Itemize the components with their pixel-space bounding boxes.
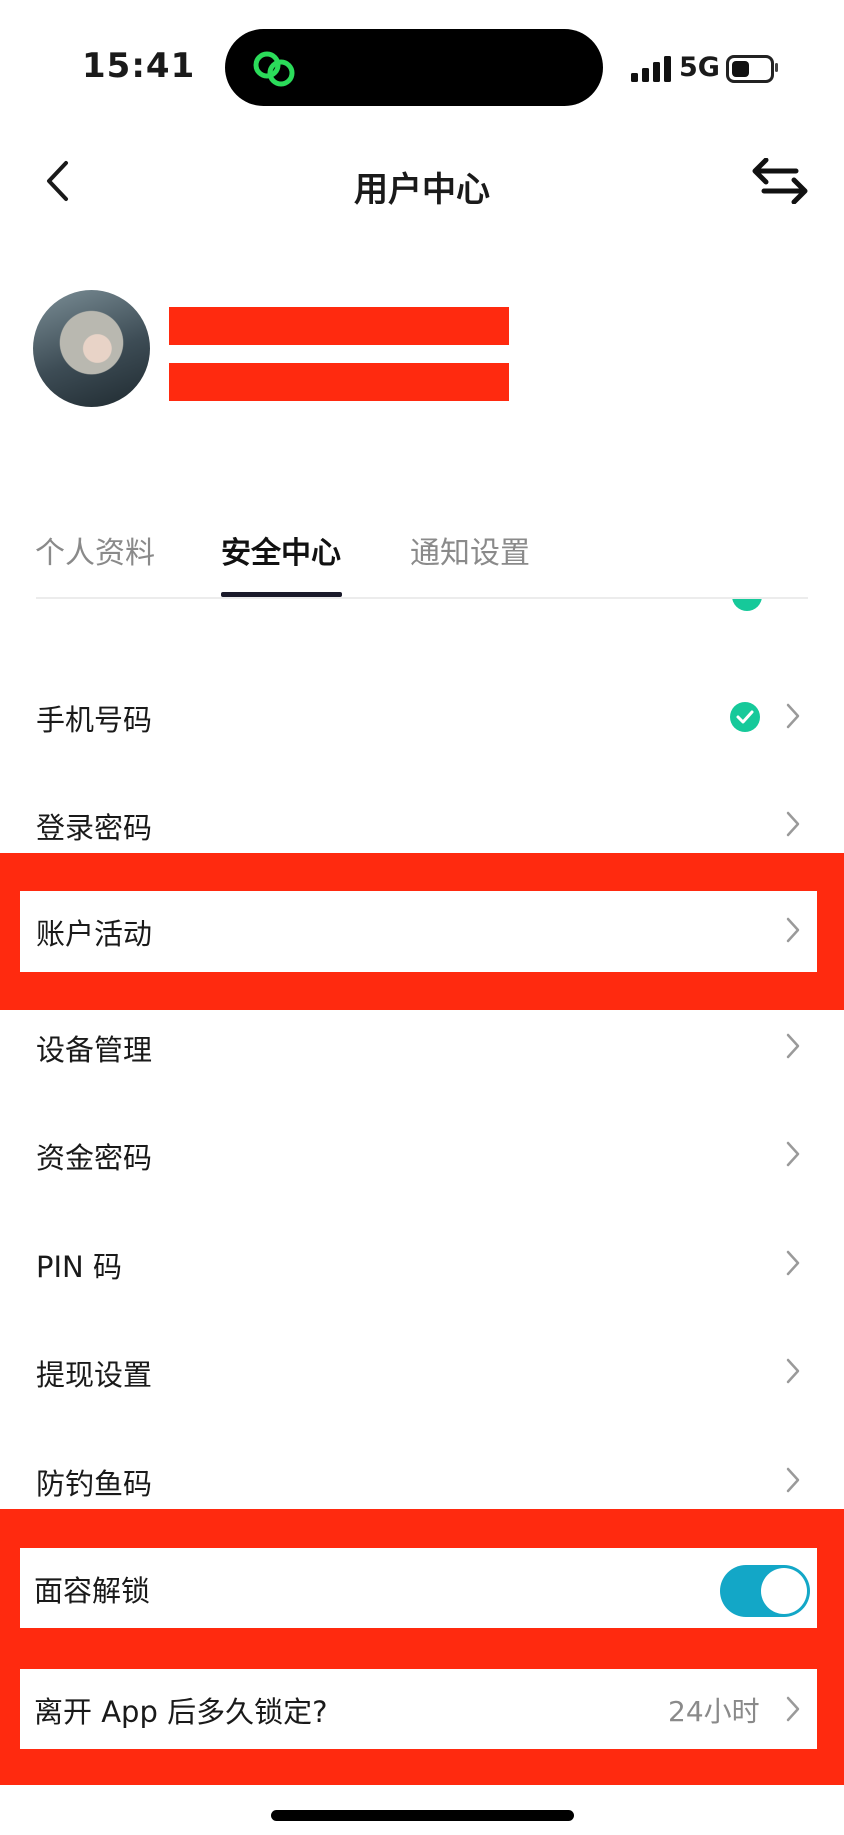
chevron-right-icon <box>786 703 800 729</box>
list-item-label: PIN 码 <box>36 1250 122 1284</box>
clipped-list-item <box>36 599 796 629</box>
avatar[interactable] <box>33 290 150 407</box>
list-item-pin-code[interactable]: PIN 码 <box>0 1232 844 1316</box>
tab-personal-info[interactable]: 个人资料 <box>35 528 155 572</box>
app-link-icon <box>253 51 295 87</box>
list-item-label: 设备管理 <box>36 1033 153 1067</box>
list-item-auto-lock[interactable]: 离开 App 后多久锁定? 24小时 <box>20 1669 817 1749</box>
face-unlock-toggle[interactable] <box>720 1565 810 1617</box>
list-item-label: 账户活动 <box>36 917 153 951</box>
chevron-right-icon <box>786 1467 800 1493</box>
status-time: 15:41 <box>82 46 196 86</box>
tab-security-center[interactable]: 安全中心 <box>221 528 341 572</box>
list-item-label: 资金密码 <box>36 1141 153 1175</box>
network-label: 5G <box>679 52 720 83</box>
auto-lock-value: 24小时 <box>668 1695 760 1728</box>
chevron-right-icon <box>786 917 800 943</box>
chevron-right-icon <box>786 1358 800 1384</box>
page-title: 用户中心 <box>354 170 490 210</box>
home-indicator <box>271 1810 574 1821</box>
toggle-knob <box>761 1568 807 1614</box>
list-item-face-unlock[interactable]: 面容解锁 <box>20 1548 817 1628</box>
list-item-label: 手机号码 <box>36 703 153 737</box>
tab-notification-settings[interactable]: 通知设置 <box>410 528 530 572</box>
battery-icon <box>726 55 774 83</box>
chevron-right-icon <box>786 1250 800 1276</box>
list-item-phone[interactable]: 手机号码 <box>0 675 844 759</box>
list-item-account-activity[interactable]: 账户活动 <box>20 891 817 972</box>
list-item-label: 离开 App 后多久锁定? <box>34 1695 328 1729</box>
list-item-label: 面容解锁 <box>34 1574 151 1608</box>
list-item-anti-phishing-code[interactable]: 防钓鱼码 <box>0 1449 844 1509</box>
list-item-label: 防钓鱼码 <box>36 1467 153 1501</box>
list-item-label: 登录密码 <box>36 811 153 845</box>
redacted-name-bar <box>169 307 509 345</box>
redacted-id-bar <box>169 363 509 401</box>
dynamic-island <box>225 29 603 106</box>
chevron-right-icon <box>786 1033 800 1059</box>
list-item-label: 提现设置 <box>36 1358 153 1392</box>
check-icon <box>730 702 760 732</box>
battery-tip <box>775 63 778 72</box>
swap-arrows-icon[interactable] <box>752 158 808 204</box>
signal-icon <box>631 56 671 82</box>
list-item-device-management[interactable]: 设备管理 <box>0 1015 844 1099</box>
list-item-withdrawal-settings[interactable]: 提现设置 <box>0 1340 844 1424</box>
chevron-right-icon <box>786 811 800 837</box>
chevron-right-icon <box>786 1696 800 1722</box>
check-icon <box>732 599 762 611</box>
chevron-right-icon <box>786 1141 800 1167</box>
active-tab-indicator <box>221 592 342 597</box>
list-item-fund-password[interactable]: 资金密码 <box>0 1123 844 1207</box>
